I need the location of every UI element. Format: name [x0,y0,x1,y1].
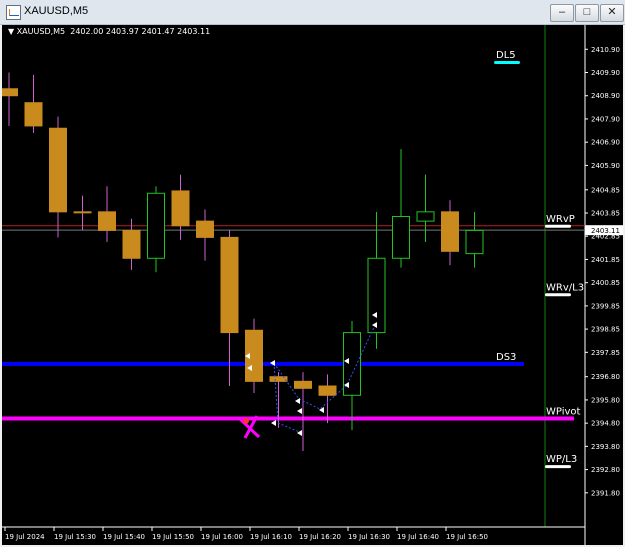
candle-body-bear [294,380,312,389]
level-marker-wrv/l3 [545,293,571,297]
chart-window-icon [6,5,21,20]
y-tick-label: 2393.80 [591,443,620,451]
maximize-button[interactable]: □ [575,4,599,22]
x-tick-label: 19 Jul 16:20 [299,533,341,541]
y-tick-label: 2394.80 [591,420,620,428]
y-tick-label: 2397.85 [591,349,620,357]
y-tick-label: 2403.85 [591,209,620,217]
level-label-ds3: DS3 [496,352,516,363]
level-label-dl5: DL5 [496,50,516,61]
x-tick-label: 19 Jul 16:30 [348,533,390,541]
y-tick-label: 2392.80 [591,466,620,474]
y-tick-label: 2396.80 [591,373,620,381]
level-label-wrvp: WRvP [546,214,575,225]
candle-body-bear [196,220,214,238]
close-button[interactable]: ✕ [600,4,624,22]
close-icon: ✕ [607,6,617,18]
level-label-wp/l3: WP/L3 [546,454,577,465]
candle-body-bear [441,211,459,252]
candle-body-bear [171,190,190,227]
y-tick-label: 2404.85 [591,186,620,194]
y-tick-label: 2395.80 [591,396,620,404]
y-tick-label: 2405.90 [591,162,620,170]
window-title: XAUUSD,M5 [24,5,89,17]
level-label-wrv/l3: WRv/L3 [546,282,584,293]
current-price-label: 2403.11 [591,227,620,235]
candle-body-bull [367,257,386,334]
signal-arrow-icon [297,408,302,414]
candle-body-bear [220,236,239,334]
y-tick-label: 2407.90 [591,115,620,123]
y-tick-label: 2398.85 [591,326,620,334]
x-tick-label: 19 Jul 15:30 [54,533,96,541]
candle-body-bull [465,229,484,255]
y-tick-label: 2408.90 [591,92,620,100]
y-tick-label: 2406.90 [591,139,620,147]
y-tick-label: 2391.80 [591,489,620,497]
signal-arrow-icon [295,398,300,404]
y-tick-label: 2399.85 [591,302,620,310]
level-marker-wrvp [545,224,571,228]
x-tick-label: 19 Jul 16:40 [397,533,439,541]
y-tick-label: 2401.85 [591,256,620,264]
level-marker-wp/l3 [545,465,571,469]
signal-dot-icon [243,418,249,424]
candle-body-bear [73,211,92,214]
window-titlebar[interactable]: XAUUSD,M5 – □ ✕ [0,0,625,25]
candle-body-bear [49,127,67,213]
candle-body-bull [416,211,435,222]
x-tick-label: 19 Jul 15:40 [103,533,145,541]
candle-body-bear [318,385,337,396]
candle-body-bear [24,102,43,127]
candle-body-bear [122,229,141,259]
minimize-button[interactable]: – [550,4,574,22]
y-tick-label: 2410.90 [591,46,620,54]
chart-canvas[interactable]: 2410.90 2409.90 2408.90 2407.90 2406.90 2405.… [2,25,623,545]
candle-body-bull [392,215,410,259]
x-tick-label: 19 Jul 15:50 [152,533,194,541]
x-tick-label: 19 Jul 16:50 [446,533,488,541]
x-tick-label: 19 Jul 2024 [5,533,45,541]
price-chart[interactable]: ▼ XAUUSD,M5 2402.00 2403.97 2401.47 2403… [2,25,623,545]
candle-body-bear [2,88,18,97]
candle-body-bull [147,192,165,259]
y-tick-label: 2409.90 [591,69,620,77]
candle-body-bear [98,211,116,231]
y-tick-label: 2400.85 [591,279,620,287]
level-marker-dl5 [494,61,520,65]
maximize-icon: □ [583,6,591,18]
signal-arrow-icon [271,420,276,426]
x-tick-label: 19 Jul 16:10 [250,533,292,541]
level-line-wpivot [2,416,574,421]
level-label-wpivot: WPivot [546,407,581,418]
x-tick-label: 19 Jul 16:00 [201,533,243,541]
minimize-icon: – [558,6,566,18]
